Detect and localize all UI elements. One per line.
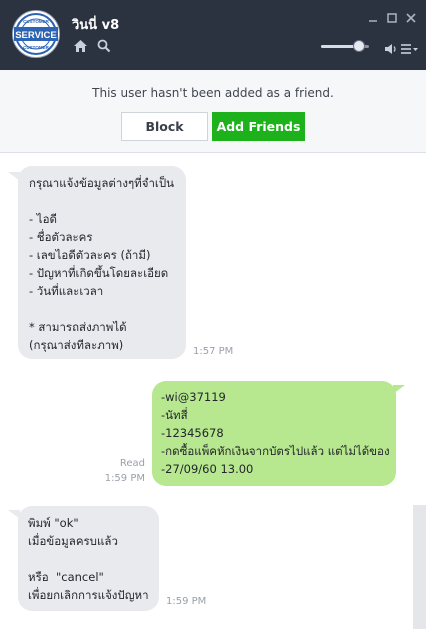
message-time: 1:59 PM [104,473,145,484]
maximize-icon[interactable] [385,11,399,25]
menu-icon[interactable] [401,40,419,59]
chat-area[interactable]: กรุณาแจ้งข้อมูลต่างๆที่จำเป็น - ไอดี - ช… [0,153,426,629]
customer-service-logo: SERVICE CUSTOMER CUSTOMER [14,12,58,56]
not-friend-notice: This user hasn't been added as a friend. [92,86,334,100]
block-button[interactable]: Block [121,112,208,141]
add-friends-button[interactable]: Add Friends [212,112,305,141]
volume-icon[interactable] [384,40,398,59]
search-icon[interactable] [97,38,111,57]
contact-avatar[interactable]: SERVICE CUSTOMER CUSTOMER [12,10,60,58]
volume-slider-knob[interactable] [353,40,366,52]
message-bubble-outgoing[interactable]: -wi@37119 -นัทสี่ -12345678 -กดซื้อแพ็คห… [152,381,396,486]
home-icon[interactable] [73,38,88,57]
chat-header: SERVICE CUSTOMER CUSTOMER วินนี่ v8 [0,0,426,70]
svg-text:SERVICE: SERVICE [15,30,57,41]
minimize-icon[interactable] [366,11,380,25]
svg-text:CUSTOMER: CUSTOMER [23,45,49,50]
message-bubble-incoming[interactable]: พิมพ์ "ok" เมื่อข้อมูลครบแล้ว หรือ "canc… [18,506,159,611]
message-time: 1:59 PM [166,596,207,607]
message-bubble-incoming[interactable]: กรุณาแจ้งข้อมูลต่างๆที่จำเป็น - ไอดี - ช… [18,166,186,359]
close-icon[interactable] [404,11,418,25]
chat-scrollbar[interactable] [413,505,426,629]
svg-text:CUSTOMER: CUSTOMER [23,19,49,24]
contact-name: วินนี่ v8 [72,18,120,33]
message-time: 1:57 PM [193,346,234,357]
read-receipt: Read [119,458,145,469]
friend-request-bar: This user hasn't been added as a friend.… [0,70,426,153]
